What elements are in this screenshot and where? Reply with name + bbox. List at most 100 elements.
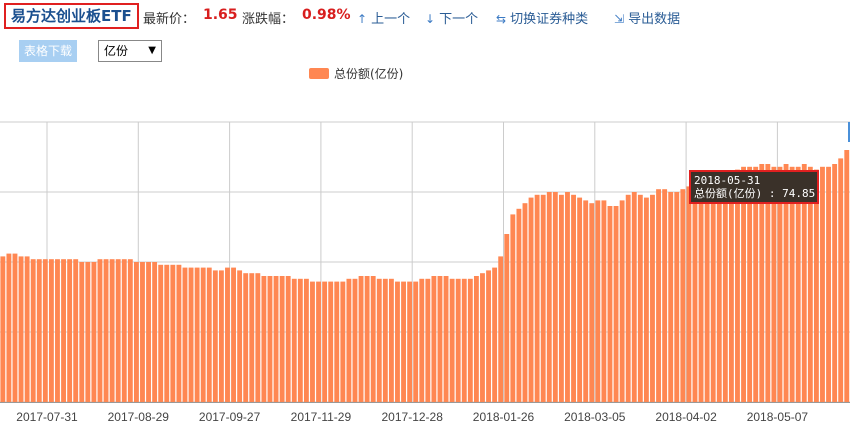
bar[interactable] <box>565 192 570 402</box>
bar[interactable] <box>413 281 419 402</box>
bar[interactable] <box>322 281 328 402</box>
bar[interactable] <box>589 203 595 402</box>
bar[interactable] <box>61 259 66 402</box>
bar[interactable] <box>820 166 825 402</box>
bar[interactable] <box>425 278 431 402</box>
bar[interactable] <box>631 192 637 402</box>
bar[interactable] <box>297 278 303 402</box>
bar[interactable] <box>109 259 115 402</box>
bar[interactable] <box>127 259 133 402</box>
bar[interactable] <box>461 278 467 402</box>
bar[interactable] <box>467 278 473 402</box>
bar[interactable] <box>534 194 540 402</box>
bar[interactable] <box>146 262 151 402</box>
bar[interactable] <box>625 194 631 402</box>
bar[interactable] <box>212 270 218 402</box>
bar[interactable] <box>716 175 722 402</box>
bar[interactable] <box>376 278 382 402</box>
bar[interactable] <box>674 192 680 402</box>
bar[interactable] <box>194 267 200 402</box>
bar[interactable] <box>486 270 491 402</box>
bar[interactable] <box>200 267 206 402</box>
bar[interactable] <box>225 267 230 402</box>
bar[interactable] <box>437 276 443 402</box>
bar[interactable] <box>48 259 54 402</box>
bar[interactable] <box>583 200 589 402</box>
bar[interactable] <box>558 194 564 402</box>
bar[interactable] <box>601 200 607 402</box>
bar[interactable] <box>455 278 461 402</box>
bar[interactable] <box>352 278 358 402</box>
bar[interactable] <box>698 180 704 402</box>
bar[interactable] <box>516 208 522 402</box>
bar[interactable] <box>255 273 261 402</box>
bar[interactable] <box>680 189 686 402</box>
bar[interactable] <box>431 276 437 402</box>
bar[interactable] <box>504 234 510 402</box>
bar[interactable] <box>67 259 73 402</box>
bar[interactable] <box>91 262 97 402</box>
bar[interactable] <box>303 278 309 402</box>
bar[interactable] <box>310 281 315 402</box>
bar[interactable] <box>316 281 321 402</box>
bar[interactable] <box>237 270 243 402</box>
bar[interactable] <box>218 270 224 402</box>
bar[interactable] <box>832 164 838 402</box>
bar[interactable] <box>115 259 121 402</box>
bar[interactable] <box>722 175 728 402</box>
bar[interactable] <box>395 281 400 402</box>
bar[interactable] <box>704 178 710 402</box>
bar[interactable] <box>595 200 601 402</box>
bar[interactable] <box>728 172 734 402</box>
bar[interactable] <box>473 276 479 402</box>
bar[interactable] <box>388 278 394 402</box>
bar[interactable] <box>528 197 534 402</box>
bar[interactable] <box>540 194 546 402</box>
bar[interactable] <box>735 169 740 402</box>
bar[interactable] <box>182 267 188 402</box>
bar[interactable] <box>668 192 674 402</box>
bar[interactable] <box>6 253 12 402</box>
bar[interactable] <box>85 262 91 402</box>
bar[interactable] <box>267 276 273 402</box>
bar[interactable] <box>55 259 60 402</box>
bar[interactable] <box>552 192 558 402</box>
bar[interactable] <box>498 256 504 402</box>
bar[interactable] <box>364 276 370 402</box>
bar[interactable] <box>619 200 625 402</box>
bar[interactable] <box>273 276 279 402</box>
bar[interactable] <box>571 194 576 402</box>
bar[interactable] <box>637 194 643 402</box>
bar[interactable] <box>650 194 655 402</box>
bar[interactable] <box>643 197 649 402</box>
bar[interactable] <box>577 197 583 402</box>
bar[interactable] <box>24 256 30 402</box>
bar[interactable] <box>170 264 176 402</box>
bar[interactable] <box>121 259 127 402</box>
bar[interactable] <box>231 267 236 402</box>
bar[interactable] <box>291 278 297 402</box>
bar[interactable] <box>607 206 613 402</box>
bar[interactable] <box>419 278 425 402</box>
bar[interactable] <box>279 276 285 402</box>
bar[interactable] <box>656 189 661 402</box>
bar[interactable] <box>12 253 18 402</box>
bar[interactable] <box>370 276 376 402</box>
bar[interactable] <box>42 259 48 402</box>
bar[interactable] <box>176 264 182 402</box>
bar[interactable] <box>522 203 528 402</box>
bar[interactable] <box>249 273 255 402</box>
bar[interactable] <box>686 186 692 402</box>
bar[interactable] <box>158 264 164 402</box>
bar[interactable] <box>710 178 716 402</box>
bar[interactable] <box>340 281 346 402</box>
bar[interactable] <box>103 259 109 402</box>
bar[interactable] <box>382 278 388 402</box>
bar[interactable] <box>30 259 36 402</box>
bar[interactable] <box>73 259 79 402</box>
bar[interactable] <box>510 214 516 402</box>
bar[interactable] <box>443 276 449 402</box>
bar[interactable] <box>813 169 819 402</box>
bar[interactable] <box>18 256 24 402</box>
bar[interactable] <box>401 281 406 402</box>
